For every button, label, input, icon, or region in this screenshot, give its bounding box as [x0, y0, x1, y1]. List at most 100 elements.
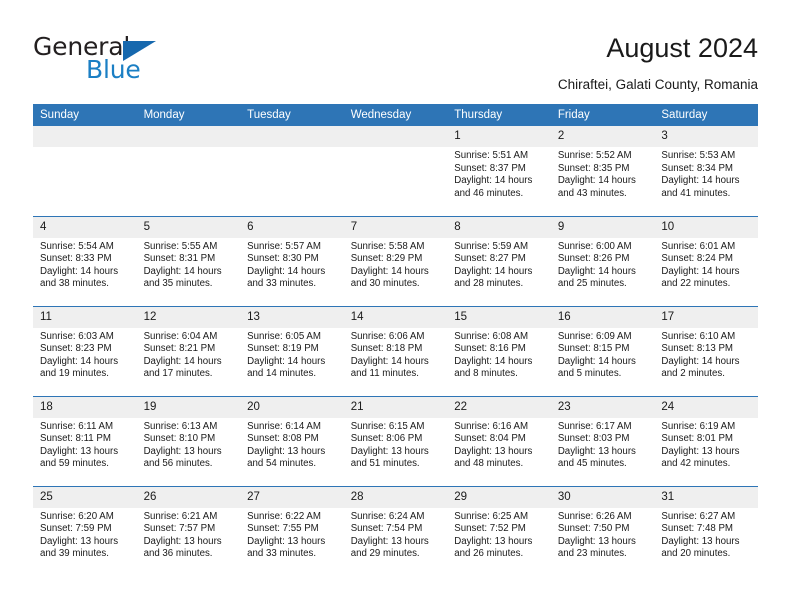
- daylight-duration-text: Daylight: 13 hours and 48 minutes.: [454, 445, 533, 470]
- day-sun-info: Sunrise: 6:03 AM Sunset: 8:23 PM Daylight:…: [33, 328, 137, 381]
- daylight-duration-text: Daylight: 14 hours and 33 minutes.: [247, 265, 326, 290]
- daylight-duration-text: Daylight: 13 hours and 26 minutes.: [454, 535, 533, 560]
- day-number: 18: [33, 396, 137, 418]
- sunset-text: Sunset: 8:19 PM: [247, 343, 319, 355]
- sunset-text: Sunset: 7:52 PM: [454, 523, 526, 535]
- sunrise-text: Sunrise: 6:27 AM: [661, 510, 736, 522]
- day-sun-info: Sunrise: 6:08 AM Sunset: 8:16 PM Daylight:…: [447, 328, 551, 381]
- sunset-text: Sunset: 8:37 PM: [454, 162, 526, 174]
- sunset-text: Sunset: 8:11 PM: [40, 433, 111, 445]
- sunset-text: Sunset: 8:18 PM: [350, 343, 423, 355]
- day-number: 25: [33, 486, 137, 508]
- calendar-day-cell[interactable]: 14 Sunrise: 6:06 AM Sunset: 8:18 PM Dayligh…: [343, 305, 448, 396]
- day-number: 4: [33, 216, 137, 238]
- sunset-text: Sunset: 8:27 PM: [454, 253, 526, 265]
- calendar-day-cell[interactable]: 9 Sunrise: 6:00 AM Sunset: 8:26 PM Daylight…: [550, 215, 655, 306]
- day-number: 5: [136, 216, 241, 238]
- calendar-day-cell[interactable]: 25 Sunrise: 6:20 AM Sunset: 7:59 PM Dayligh…: [33, 485, 137, 576]
- calendar-page: General Blue August 2024 Chiraftei, Gala…: [0, 0, 792, 612]
- calendar-day-cell[interactable]: 23 Sunrise: 6:17 AM Sunset: 8:03 PM Dayligh…: [550, 395, 655, 486]
- calendar-day-cell[interactable]: 31 Sunrise: 6:27 AM Sunset: 7:48 PM Dayligh…: [654, 485, 758, 576]
- day-sun-info: Sunrise: 6:09 AM Sunset: 8:15 PM Daylight:…: [551, 328, 655, 381]
- weekday-header-monday: Monday: [136, 104, 241, 126]
- calendar-day-cell[interactable]: 21 Sunrise: 6:15 AM Sunset: 8:06 PM Dayligh…: [343, 395, 448, 486]
- day-sun-info: Sunrise: 6:13 AM Sunset: 8:10 PM Daylight:…: [137, 418, 241, 471]
- calendar-day-cell[interactable]: 26 Sunrise: 6:21 AM Sunset: 7:57 PM Dayligh…: [136, 485, 241, 576]
- day-sun-info: Sunrise: 6:11 AM Sunset: 8:11 PM Daylight:…: [33, 418, 137, 471]
- calendar-day-cell[interactable]: 3 Sunrise: 5:53 AM Sunset: 8:34 PM Daylight…: [654, 126, 758, 216]
- daylight-duration-text: Daylight: 13 hours and 36 minutes.: [143, 535, 222, 560]
- day-sun-info: Sunrise: 5:53 AM Sunset: 8:34 PM Daylight:…: [654, 147, 758, 200]
- sunrise-text: Sunrise: 6:14 AM: [247, 420, 321, 432]
- sunrise-text: Sunrise: 6:00 AM: [557, 240, 632, 252]
- day-number: 6: [240, 216, 344, 238]
- calendar-body: 1 Sunrise: 5:51 AM Sunset: 8:37 PM Daylight…: [33, 126, 758, 576]
- calendar-day-cell[interactable]: 10 Sunrise: 6:01 AM Sunset: 8:24 PM Dayligh…: [654, 215, 758, 306]
- day-number: 28: [343, 486, 448, 508]
- calendar-day-cell[interactable]: 1 Sunrise: 5:51 AM Sunset: 8:37 PM Daylight…: [447, 126, 551, 216]
- day-sun-info: Sunrise: 6:10 AM Sunset: 8:13 PM Daylight:…: [654, 328, 758, 381]
- calendar-day-cell[interactable]: 12 Sunrise: 6:04 AM Sunset: 8:21 PM Dayligh…: [136, 305, 241, 396]
- calendar-day-cell[interactable]: 8 Sunrise: 5:59 AM Sunset: 8:27 PM Daylight…: [447, 215, 551, 306]
- sunrise-text: Sunrise: 6:04 AM: [143, 330, 218, 342]
- sunset-text: Sunset: 7:59 PM: [40, 523, 112, 535]
- calendar-day-cell[interactable]: 4 Sunrise: 5:54 AM Sunset: 8:33 PM Daylight…: [33, 215, 137, 306]
- calendar-day-cell[interactable]: 30 Sunrise: 6:26 AM Sunset: 7:50 PM Dayligh…: [550, 485, 655, 576]
- calendar-day-cell[interactable]: 18 Sunrise: 6:11 AM Sunset: 8:11 PM Dayligh…: [33, 395, 137, 486]
- sunrise-text: Sunrise: 6:19 AM: [661, 420, 736, 432]
- sunrise-text: Sunrise: 6:13 AM: [143, 420, 218, 432]
- day-sun-info: Sunrise: 6:27 AM Sunset: 7:48 PM Daylight:…: [654, 508, 758, 561]
- day-sun-info: Sunrise: 6:04 AM Sunset: 8:21 PM Daylight:…: [137, 328, 241, 381]
- calendar-day-cell[interactable]: 28 Sunrise: 6:24 AM Sunset: 7:54 PM Dayligh…: [343, 485, 448, 576]
- daylight-duration-text: Daylight: 14 hours and 22 minutes.: [661, 265, 740, 290]
- day-sun-info: Sunrise: 6:06 AM Sunset: 8:18 PM Daylight:…: [344, 328, 448, 381]
- day-number: 30: [550, 486, 655, 508]
- day-sun-info: Sunrise: 5:51 AM Sunset: 8:37 PM Daylight:…: [447, 147, 551, 200]
- weekday-header-thursday: Thursday: [447, 104, 551, 126]
- weekday-header-wednesday: Wednesday: [343, 104, 448, 126]
- calendar-day-cell[interactable]: 11 Sunrise: 6:03 AM Sunset: 8:23 PM Dayligh…: [33, 305, 137, 396]
- sunset-text: Sunset: 7:55 PM: [247, 523, 319, 535]
- calendar-day-cell[interactable]: 16 Sunrise: 6:09 AM Sunset: 8:15 PM Dayligh…: [550, 305, 655, 396]
- daylight-duration-text: Daylight: 13 hours and 23 minutes.: [557, 535, 636, 560]
- sunset-text: Sunset: 8:35 PM: [557, 162, 630, 174]
- day-sun-info: Sunrise: 6:01 AM Sunset: 8:24 PM Daylight:…: [654, 238, 758, 291]
- daylight-duration-text: Daylight: 14 hours and 28 minutes.: [454, 265, 533, 290]
- calendar-day-cell[interactable]: 19 Sunrise: 6:13 AM Sunset: 8:10 PM Dayligh…: [136, 395, 241, 486]
- weekday-header-saturday: Saturday: [654, 104, 758, 126]
- day-sun-info: Sunrise: 6:00 AM Sunset: 8:26 PM Daylight:…: [551, 238, 655, 291]
- sunrise-text: Sunrise: 6:03 AM: [40, 330, 114, 342]
- calendar-day-cell[interactable]: 2 Sunrise: 5:52 AM Sunset: 8:35 PM Daylight…: [550, 126, 655, 216]
- calendar-day-cell[interactable]: 27 Sunrise: 6:22 AM Sunset: 7:55 PM Dayligh…: [240, 485, 344, 576]
- calendar-day-cell[interactable]: 17 Sunrise: 6:10 AM Sunset: 8:13 PM Dayligh…: [654, 305, 758, 396]
- sunrise-text: Sunrise: 5:53 AM: [661, 150, 736, 161]
- sunrise-text: Sunrise: 6:08 AM: [454, 330, 529, 342]
- sunrise-text: Sunrise: 5:55 AM: [143, 240, 218, 252]
- calendar-day-cell[interactable]: 13 Sunrise: 6:05 AM Sunset: 8:19 PM Dayligh…: [240, 305, 344, 396]
- calendar-day-cell[interactable]: 7 Sunrise: 5:58 AM Sunset: 8:29 PM Daylight…: [343, 215, 448, 306]
- calendar-day-cell-empty: [343, 126, 448, 216]
- day-number: 2: [550, 126, 655, 147]
- day-sun-info: Sunrise: 5:58 AM Sunset: 8:29 PM Daylight:…: [344, 238, 448, 291]
- day-number: 15: [447, 306, 551, 328]
- calendar-day-cell[interactable]: 22 Sunrise: 6:16 AM Sunset: 8:04 PM Dayligh…: [447, 395, 551, 486]
- calendar-day-cell[interactable]: 15 Sunrise: 6:08 AM Sunset: 8:16 PM Dayligh…: [447, 305, 551, 396]
- sunset-text: Sunset: 8:06 PM: [350, 433, 423, 445]
- calendar-day-cell[interactable]: 5 Sunrise: 5:55 AM Sunset: 8:31 PM Daylight…: [136, 215, 241, 306]
- calendar-day-cell[interactable]: 20 Sunrise: 6:14 AM Sunset: 8:08 PM Dayligh…: [240, 395, 344, 486]
- calendar-day-cell[interactable]: 6 Sunrise: 5:57 AM Sunset: 8:30 PM Daylight…: [240, 215, 344, 306]
- general-blue-logo[interactable]: General Blue: [33, 33, 213, 85]
- day-sun-info: Sunrise: 6:17 AM Sunset: 8:03 PM Daylight:…: [551, 418, 655, 471]
- calendar-day-cell[interactable]: 29 Sunrise: 6:25 AM Sunset: 7:52 PM Dayligh…: [447, 485, 551, 576]
- sunset-text: Sunset: 8:33 PM: [40, 253, 112, 265]
- day-sun-info: Sunrise: 5:59 AM Sunset: 8:27 PM Daylight:…: [447, 238, 551, 291]
- sunrise-text: Sunrise: 5:54 AM: [40, 240, 114, 252]
- calendar-day-cell[interactable]: 24 Sunrise: 6:19 AM Sunset: 8:01 PM Dayligh…: [654, 395, 758, 486]
- page-subtitle-location: Chiraftei, Galati County, Romania: [557, 77, 758, 92]
- day-number: 24: [654, 396, 758, 418]
- daylight-duration-text: Daylight: 14 hours and 30 minutes.: [350, 265, 429, 290]
- daylight-duration-text: Daylight: 13 hours and 45 minutes.: [557, 445, 636, 470]
- day-number: 11: [33, 306, 137, 328]
- daylight-duration-text: Daylight: 14 hours and 25 minutes.: [557, 265, 636, 290]
- daylight-duration-text: Daylight: 14 hours and 14 minutes.: [247, 355, 326, 380]
